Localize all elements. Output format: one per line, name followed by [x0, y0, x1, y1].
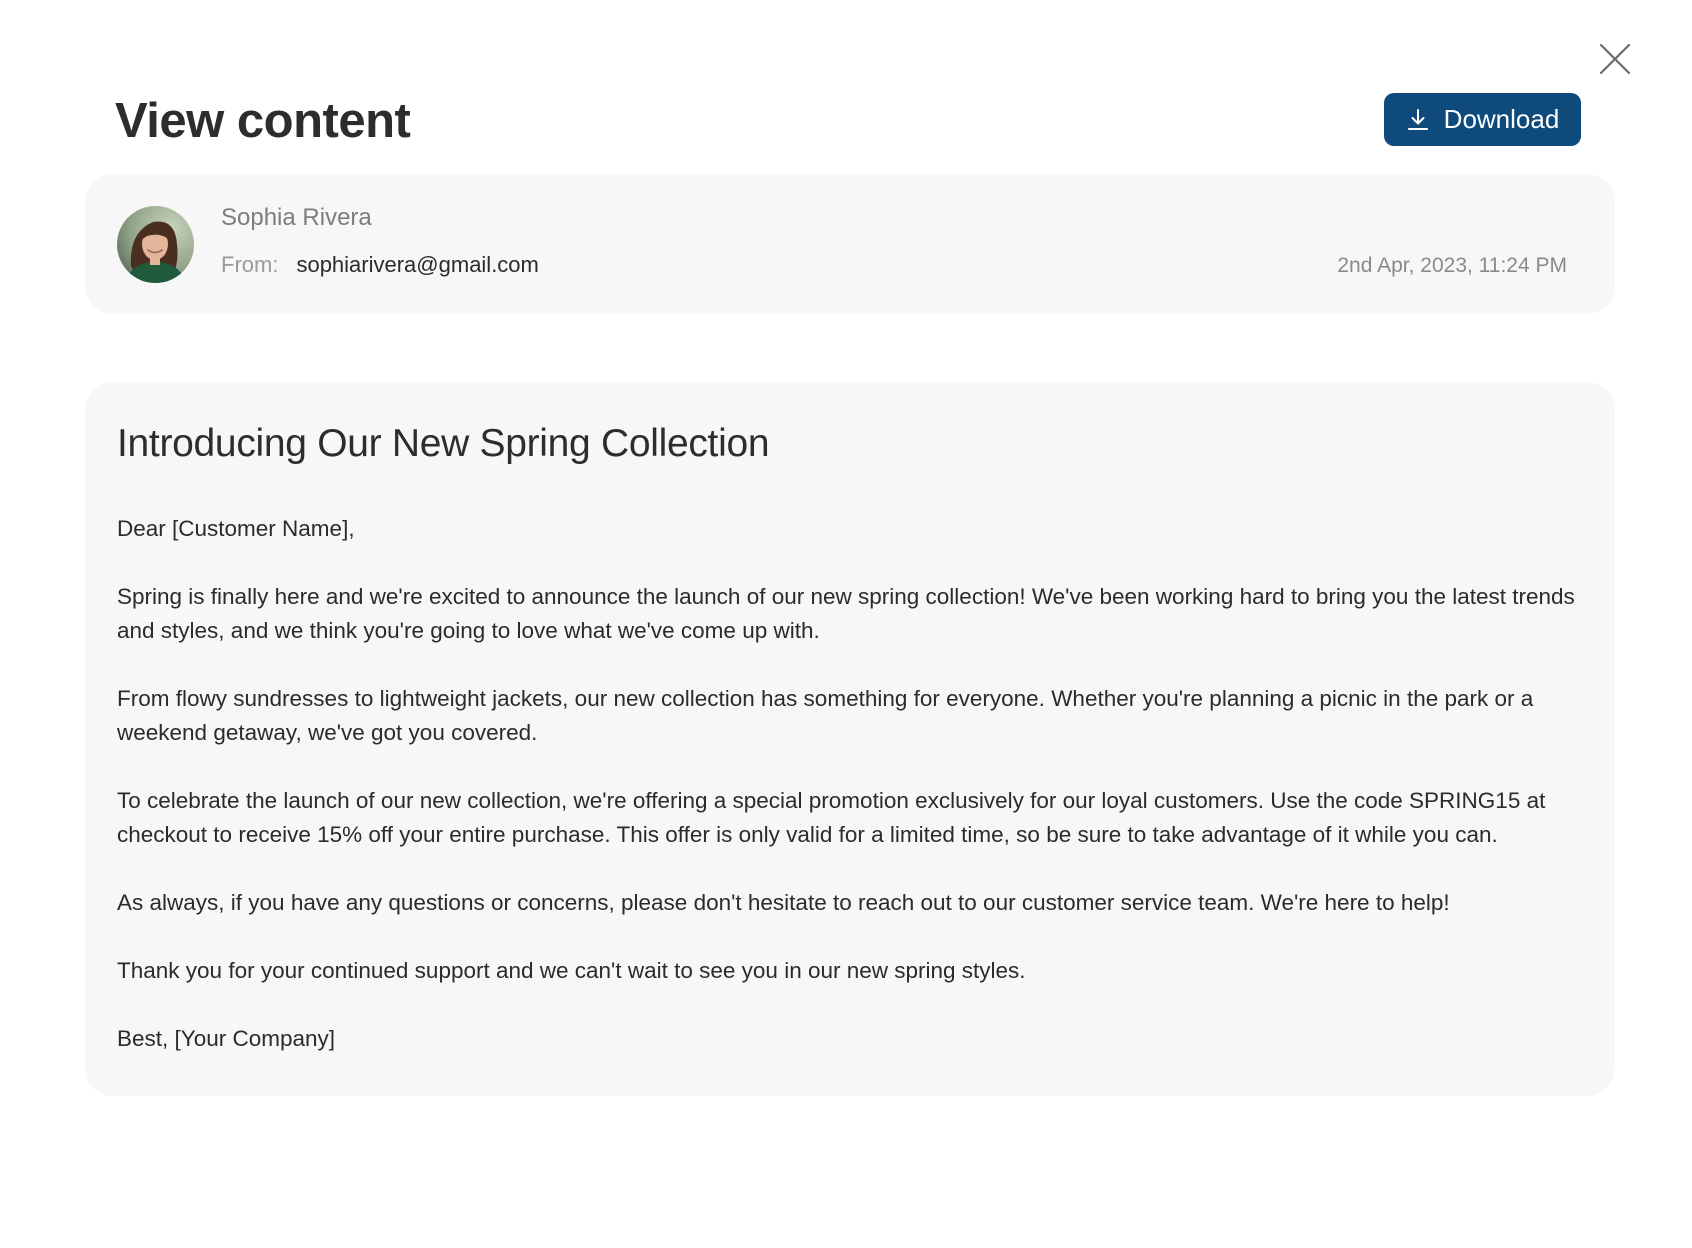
close-icon: [1599, 43, 1631, 75]
page-title: View content: [115, 94, 411, 148]
sender-name: Sophia Rivera: [221, 204, 372, 231]
download-icon: [1406, 108, 1430, 132]
sender-card: Sophia Rivera From: sophiarivera@gmail.c…: [85, 174, 1615, 314]
message-paragraph: Spring is finally here and we're excited…: [117, 584, 1575, 643]
close-button[interactable]: [1598, 42, 1632, 76]
message-signoff: Best, [Your Company]: [117, 1026, 336, 1051]
message-paragraph: To celebrate the launch of our new colle…: [117, 788, 1546, 847]
message-paragraph: As always, if you have any questions or …: [117, 890, 1450, 915]
timestamp: 2nd Apr, 2023, 11:24 PM: [1337, 254, 1567, 277]
message-subject: Introducing Our New Spring Collection: [117, 422, 770, 465]
message-paragraph: Thank you for your continued support and…: [117, 958, 1026, 983]
from-row: From: sophiarivera@gmail.com: [221, 252, 539, 278]
avatar[interactable]: [117, 206, 194, 283]
message-content: Introducing Our New Spring Collection De…: [85, 382, 1615, 1096]
from-label: From:: [221, 252, 279, 277]
message-paragraph: From flowy sundresses to lightweight jac…: [117, 686, 1534, 745]
download-button-label: Download: [1443, 104, 1560, 134]
sender-email: sophiarivera@gmail.com: [296, 252, 539, 277]
download-button[interactable]: Download: [1384, 93, 1581, 146]
message-paragraph: Dear [Customer Name],: [117, 516, 355, 541]
